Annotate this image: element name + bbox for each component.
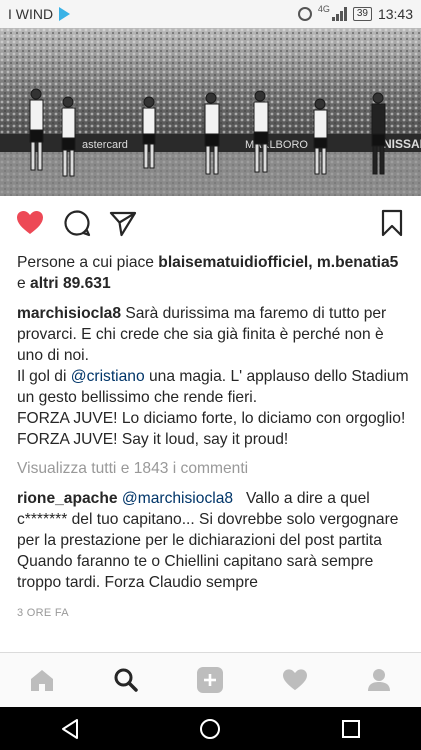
comment-mention[interactable]: @marchisiocla8 — [122, 490, 233, 507]
caption-mention[interactable]: @cristiano — [71, 368, 145, 385]
post-caption: marchisiocla8 Sarà durissima ma faremo d… — [17, 303, 409, 450]
add-icon — [197, 667, 224, 693]
likes-and: e — [17, 275, 31, 292]
back-icon — [62, 718, 79, 739]
heart-icon[interactable] — [16, 209, 44, 237]
post-timestamp: 3 ORE FA — [17, 607, 69, 619]
bottom-tab-bar — [0, 653, 421, 707]
post-actions — [0, 196, 421, 248]
tab-search[interactable] — [84, 653, 168, 707]
comment-username[interactable]: rione_apache — [17, 490, 118, 507]
nav-recents[interactable] — [321, 707, 381, 750]
bookmark-icon[interactable] — [378, 209, 406, 237]
tab-home[interactable] — [0, 653, 84, 707]
comment-icon[interactable] — [63, 209, 91, 237]
liker-link[interactable]: blaisematuidiofficiel — [158, 254, 308, 271]
home-circle-icon — [200, 718, 221, 739]
tab-activity[interactable] — [253, 653, 337, 707]
status-icons: 4G 39 13:43 — [297, 0, 413, 28]
tab-add[interactable] — [168, 653, 252, 707]
post-details: Persone a cui piace blaisematuidiofficie… — [17, 252, 409, 624]
tab-profile[interactable] — [337, 653, 421, 707]
play-store-icon — [59, 7, 71, 21]
alarm-icon — [297, 7, 312, 21]
liker-link[interactable]: m.benatia5 — [317, 254, 398, 271]
likes-summary[interactable]: Persone a cui piace blaisematuidiofficie… — [17, 252, 409, 294]
send-icon[interactable] — [109, 209, 137, 237]
likes-separator: , — [308, 254, 317, 271]
signal-icon — [331, 7, 347, 21]
battery-indicator: 39 — [352, 7, 372, 21]
clock: 13:43 — [377, 6, 413, 22]
profile-icon — [367, 669, 390, 691]
system-nav-bar — [0, 707, 421, 750]
home-icon — [31, 670, 54, 691]
likes-count[interactable]: altri 89.631 — [30, 275, 111, 292]
nav-home[interactable] — [180, 707, 240, 750]
comment: rione_apache @marchisiocla8 Vallo a dire… — [17, 488, 409, 593]
caption-text: FORZA JUVE! Say it loud, say it proud! — [17, 431, 289, 448]
post-photo[interactable]: astercard MARLBORO NISSAN — [0, 28, 421, 196]
svg-text:NISSAN: NISSAN — [383, 137, 421, 151]
caption-text: Il gol di — [17, 368, 71, 385]
likes-prefix: Persone a cui piace — [17, 254, 159, 271]
activity-heart-icon — [282, 669, 307, 691]
status-bar: I WIND 4G 39 13:43 — [0, 0, 421, 28]
svg-text:astercard: astercard — [82, 139, 128, 151]
nav-back[interactable] — [40, 707, 100, 750]
network-type: 4G — [317, 4, 330, 14]
search-icon — [114, 668, 139, 692]
caption-text: FORZA JUVE! Lo diciamo forte, lo diciamo… — [17, 410, 406, 427]
recents-icon — [341, 719, 360, 738]
carrier-label: I WIND — [8, 6, 54, 22]
view-all-comments-link[interactable]: Visualizza tutti e 1843 i commenti — [17, 458, 409, 479]
caption-username[interactable]: marchisiocla8 — [17, 305, 121, 322]
stadium-photo: astercard MARLBORO NISSAN — [0, 28, 421, 196]
